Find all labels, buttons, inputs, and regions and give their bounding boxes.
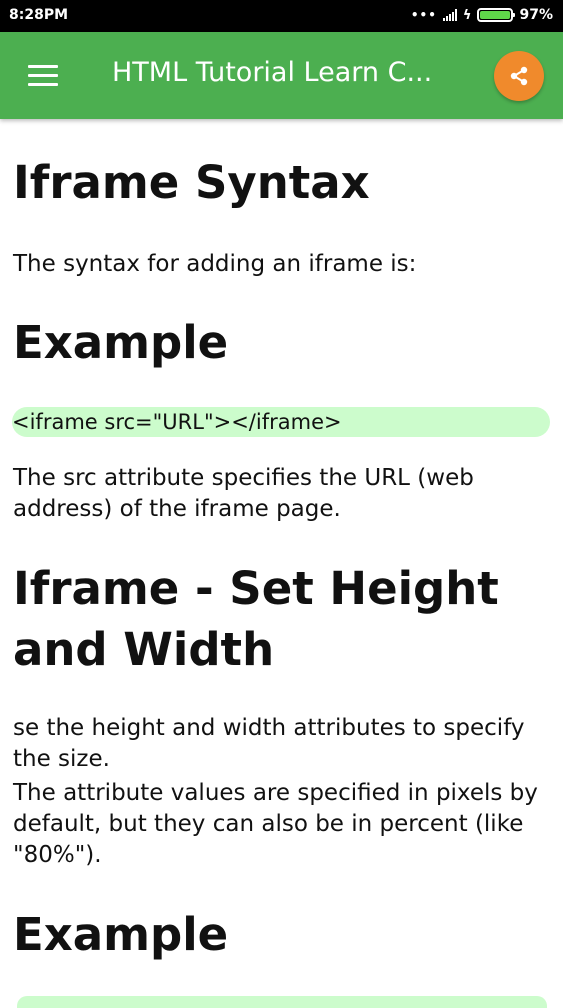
heading-example-2: Example — [13, 908, 229, 961]
syntax-paragraph: The syntax for adding an iframe is: — [13, 251, 417, 277]
code-example-2 — [17, 996, 547, 1008]
size-paragraph: se the height and width attributes to sp… — [13, 715, 525, 772]
src-paragraph: The src attribute specifies the URL (web… — [13, 465, 474, 522]
status-bar: 8:28PM ••• ϟ 97% — [0, 0, 563, 32]
heading-example: Example — [13, 316, 229, 369]
notification-dots: ••• — [410, 8, 437, 22]
signal-icon — [442, 9, 457, 21]
status-time: 8:28PM — [9, 7, 69, 23]
share-icon — [510, 66, 528, 86]
battery-level — [480, 11, 510, 19]
heading-set-height-width: Iframe - Set Height and Width — [13, 562, 499, 676]
bolt-icon: ϟ — [462, 7, 472, 23]
heading-iframe-syntax: Iframe Syntax — [13, 156, 370, 209]
app-title: HTML Tutorial Learn C... — [112, 57, 433, 88]
hamburger-menu-icon[interactable] — [28, 65, 58, 87]
battery-percent: 97% — [519, 7, 553, 23]
status-indicators: ••• ϟ 97% — [411, 7, 553, 23]
battery-icon — [477, 8, 516, 22]
share-button[interactable] — [494, 51, 544, 101]
app-bar: HTML Tutorial Learn C... — [0, 32, 563, 119]
pixels-paragraph: The attribute values are specified in pi… — [13, 780, 538, 868]
code-example: <iframe src="URL"></iframe> — [12, 407, 550, 437]
